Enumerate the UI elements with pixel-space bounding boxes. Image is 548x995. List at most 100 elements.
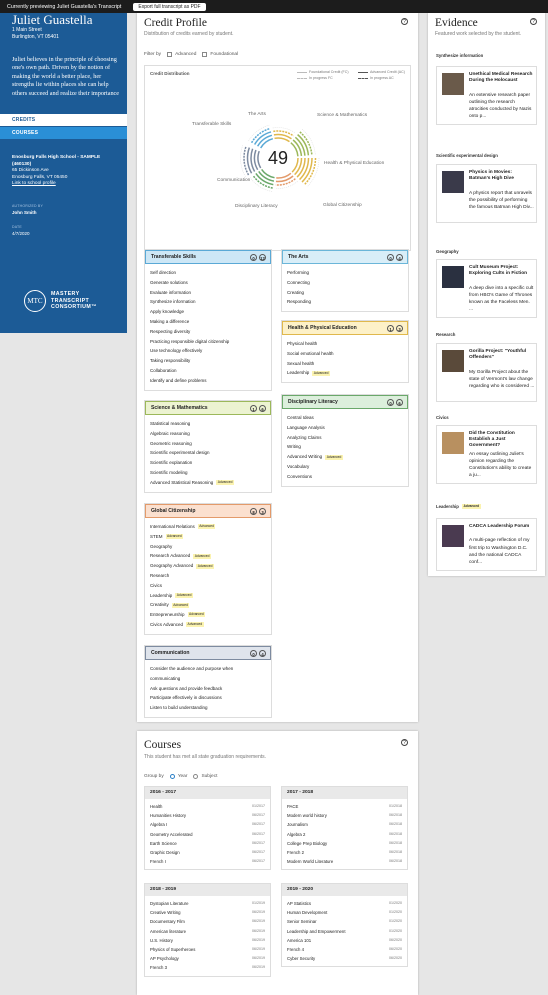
wheel-label-science: Science & Mathematics (317, 112, 368, 118)
category-item: Generate solutions (150, 279, 188, 285)
evidence-thumbnail (442, 350, 464, 372)
evidence-title[interactable]: Did the Constitution Establish a Just Go… (469, 431, 533, 450)
course-row[interactable]: Graphic Design 06/2017 (145, 848, 270, 857)
course-row[interactable]: Modern World Literature 06/2018 (282, 857, 407, 866)
course-row[interactable]: AP Psychology 06/2019 (145, 954, 270, 963)
category-transferable-skills[interactable]: Transferable Skills 0 12 Self direction Gene… (144, 249, 272, 391)
advanced-badge: Advanced (325, 454, 343, 460)
group-subject-radio[interactable] (193, 774, 199, 779)
evidence-thumbnail (442, 525, 464, 547)
category-header[interactable]: Disciplinary Literacy 0 6 (282, 395, 408, 409)
evidence-title[interactable]: Cult Museum Project: Exploring Cults in … (469, 265, 533, 277)
course-row[interactable]: College Prep Biology 06/2018 (282, 839, 407, 848)
course-row[interactable]: Humanities History 06/2017 (145, 811, 270, 820)
school-name: Enosburg Falls High School - SAMPLE (460… (12, 155, 101, 167)
evidence-card[interactable]: Unethical Medical Research During the Ho… (436, 66, 537, 126)
wheel-arc (256, 134, 273, 147)
category-health-physical-education[interactable]: Health & Physical Education 1 3 Physical he… (281, 320, 409, 384)
course-row[interactable]: Journalism 06/2018 (282, 820, 407, 829)
category-header[interactable]: Health & Physical Education 1 3 (282, 321, 408, 335)
category-header[interactable]: Global Citizenship 8 3 (145, 504, 271, 518)
student-bio: Juliet believes in the principle of choo… (12, 56, 120, 97)
course-row[interactable]: Modern world history 06/2018 (282, 811, 407, 820)
category-count-badges: 13 (387, 325, 403, 332)
course-row[interactable]: French 3 06/2019 (145, 963, 270, 972)
school-profile-link[interactable]: Link to school profile (12, 181, 117, 188)
course-row[interactable]: Algebra I 06/2017 (145, 820, 270, 829)
date-value: 4/7/2020 (12, 231, 30, 236)
evidence-section-label: Synthesize information (436, 53, 484, 58)
course-row[interactable]: Documentary Film 06/2019 (145, 917, 270, 926)
wheel-arc (301, 157, 313, 183)
category-communication[interactable]: Communication 0 4 Consider the audience and… (144, 645, 272, 718)
course-row[interactable]: Health 01/2017 (145, 802, 270, 811)
evidence-card[interactable]: CADCA Leadership Forum A multi-page refle… (436, 518, 537, 572)
category-the-arts[interactable]: The Arts 0 4 Performing Connecting Creating Re… (281, 249, 409, 313)
evidence-section-label: Civics (436, 415, 449, 420)
nav-credits[interactable]: CREDITS (0, 114, 127, 126)
nav-courses[interactable]: COURSES (0, 127, 127, 139)
evidence-card[interactable]: Did the Constitution Establish a Just Go… (436, 425, 537, 485)
category-disciplinary-literacy[interactable]: Disciplinary Literacy 0 6 Central Ideas Lang… (281, 394, 409, 487)
help-icon[interactable]: ? (530, 18, 537, 25)
course-row[interactable]: Earth Science 06/2017 (145, 839, 270, 848)
evidence-title[interactable]: CADCA Leadership Forum (469, 524, 533, 530)
foundational-checkbox[interactable] (202, 52, 208, 57)
course-name: AP Psychology (150, 956, 179, 962)
category-header[interactable]: Science & Mathematics 1 6 (145, 401, 271, 415)
evidence-panel: Evidence Featured work selected by the s… (428, 13, 545, 576)
course-row[interactable]: Geometry Accelerated 06/2017 (145, 830, 270, 839)
help-icon[interactable]: ? (401, 739, 408, 746)
course-row[interactable]: Human Development 01/2020 (282, 908, 407, 917)
category-header[interactable]: Transferable Skills 0 12 (145, 250, 271, 264)
course-row[interactable]: Dystopian Literature 01/2019 (145, 899, 270, 908)
wheel-arc (276, 172, 292, 179)
evidence-card[interactable]: Physics in Movies: Batman's High Dive A p… (436, 164, 537, 224)
evidence-title[interactable]: Physics in Movies: Batman's High Dive (469, 170, 533, 182)
course-name: Geometry Accelerated (150, 831, 193, 837)
course-row[interactable]: AP Statistics 01/2020 (282, 899, 407, 908)
course-row[interactable]: Physics of Superheroes 06/2019 (145, 945, 270, 954)
evidence-title[interactable]: Gorilla Project: "Youthful Offenders" (469, 349, 533, 361)
course-row[interactable]: French I 06/2017 (145, 857, 270, 866)
course-row[interactable]: French 2 06/2018 (282, 848, 407, 857)
advanced-badge: Advanced (461, 504, 481, 510)
category-item: Connecting (287, 279, 310, 285)
course-row[interactable]: Leadership and Empowerment 01/2020 (282, 927, 407, 936)
help-icon[interactable]: ? (401, 18, 408, 25)
export-pdf-button[interactable]: Export full transcript as PDF (133, 2, 206, 11)
course-name: America 101 (287, 937, 312, 943)
count-badge: 6 (259, 405, 266, 412)
course-row[interactable]: Creative Writing 06/2019 (145, 908, 270, 917)
course-name: Earth Science (150, 840, 177, 846)
course-row[interactable]: Cyber Security 06/2020 (282, 954, 407, 963)
credit-profile-title: Credit Profile (144, 17, 207, 29)
category-item: Leadership Advanced (287, 370, 330, 376)
evidence-title[interactable]: Unethical Medical Research During the Ho… (469, 72, 533, 84)
category-item: Scientific explanation (150, 460, 193, 466)
category-header[interactable]: Communication 0 4 (145, 646, 271, 660)
advanced-badge: Advanced (196, 563, 214, 569)
course-date: 06/2019 (252, 965, 265, 970)
category-item: Ask questions and provide feedback (150, 685, 223, 691)
category-global-citizenship[interactable]: Global Citizenship 8 3 International Relati… (144, 503, 272, 635)
course-row[interactable]: American literature 06/2019 (145, 927, 270, 936)
group-year-radio[interactable] (169, 774, 175, 779)
category-science-mathematics[interactable]: Science & Mathematics 1 6 Statistical reaso… (144, 400, 272, 493)
evidence-card[interactable]: Cult Museum Project: Exploring Cults in … (436, 259, 537, 319)
course-row[interactable]: PACE 01/2018 (282, 802, 407, 811)
evidence-description: My Gorilla Project about the state of Ve… (469, 369, 535, 389)
school-street: 65 Dickinson Ave (12, 168, 49, 174)
course-row[interactable]: Algebra 2 06/2018 (282, 830, 407, 839)
school-info: Enosburg Falls High School - SAMPLE (460… (12, 155, 117, 188)
course-date: 01/2017 (252, 804, 265, 808)
credit-profile-panel: Credit Profile Distribution of credits e… (137, 13, 418, 722)
course-row[interactable]: French 4 06/2020 (282, 945, 407, 954)
evidence-card[interactable]: Gorilla Project: "Youthful Offenders" My … (436, 343, 537, 403)
course-row[interactable]: U.S. History 06/2019 (145, 936, 270, 945)
category-item: communicating (150, 675, 181, 681)
advanced-checkbox[interactable] (167, 52, 173, 57)
course-row[interactable]: America 101 06/2020 (282, 936, 407, 945)
course-row[interactable]: Senior Seminar 01/2020 (282, 917, 407, 926)
category-header[interactable]: The Arts 0 4 (282, 250, 408, 264)
